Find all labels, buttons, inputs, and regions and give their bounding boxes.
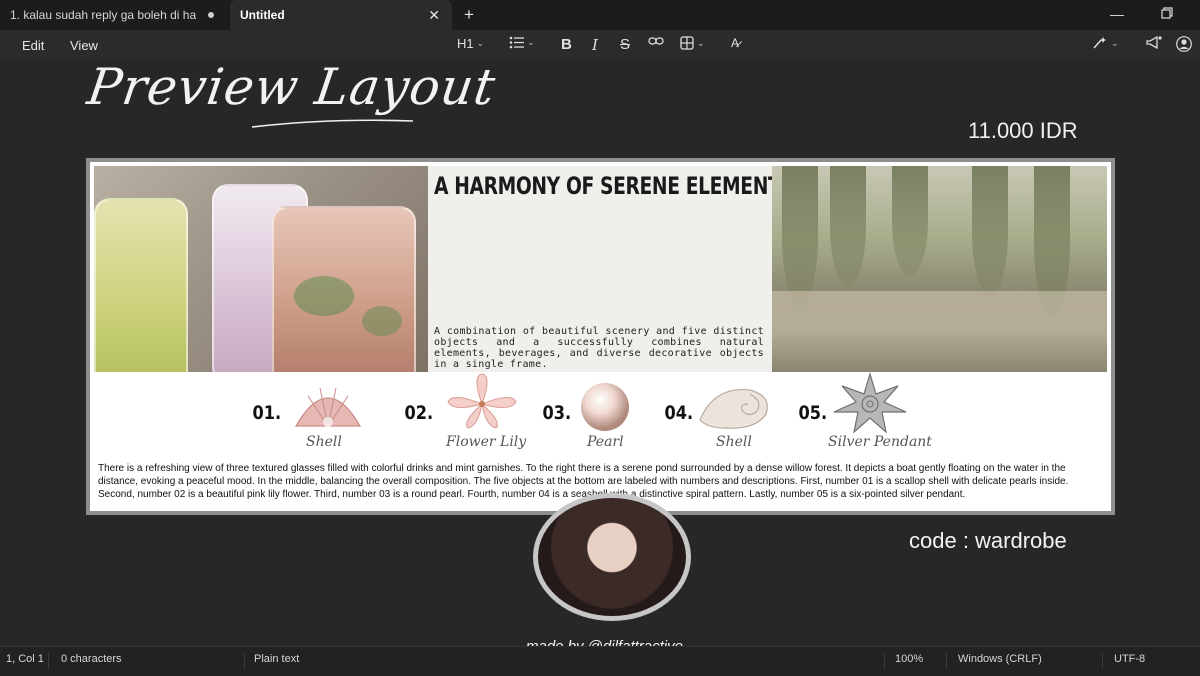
willow-pond-photo	[772, 166, 1107, 372]
account-button[interactable]	[1176, 36, 1192, 52]
chevron-down-icon: ⌄	[1111, 37, 1119, 48]
items-row: 01. Shell 02. Flower Lily 03. Pearl 04. …	[90, 372, 1111, 464]
tab-document-1[interactable]: 1. kalau sudah reply ga boleh di ha	[0, 0, 228, 30]
chevron-down-icon: ⌄	[476, 38, 485, 48]
clear-format-icon: A̷	[731, 36, 740, 50]
menu-edit[interactable]: Edit	[22, 38, 44, 53]
item-label: Shell	[306, 434, 342, 450]
cursor-position: 1, Col 1	[6, 653, 44, 665]
zoom-level[interactable]: 100%	[895, 653, 923, 665]
pearl-icon	[581, 383, 629, 431]
bold-icon: B	[561, 36, 572, 53]
item-label: Silver Pendant	[828, 434, 932, 450]
tab-untitled[interactable]: Untitled ✕	[230, 0, 452, 30]
heading-dropdown[interactable]: H1 ⌄	[457, 36, 484, 51]
item-number: 05.	[798, 402, 828, 424]
minimize-icon[interactable]: —	[1110, 6, 1124, 22]
chevron-down-icon: ⌄	[527, 37, 535, 47]
encoding-selector[interactable]: UTF-8	[1114, 653, 1145, 665]
preview-layout-title: Preview Layout	[83, 58, 500, 116]
menu-view[interactable]: View	[70, 38, 98, 53]
format-selector[interactable]: Plain text	[254, 653, 299, 665]
restore-icon[interactable]	[1161, 6, 1173, 22]
copilot-icon	[1093, 37, 1106, 49]
announcement-icon	[1146, 36, 1162, 50]
chevron-down-icon: ⌄	[697, 37, 705, 48]
headline-panel: A HARMONY OF SERENE ELEMENTS A combinati…	[428, 166, 794, 372]
silver-star-pendant-icon	[833, 372, 907, 434]
bullet-list-icon	[509, 36, 524, 49]
italic-icon: I	[592, 36, 598, 54]
item-number: 02.	[404, 402, 434, 424]
headline-description: A combination of beautiful scenery and f…	[434, 326, 764, 370]
scallop-shell-icon	[294, 387, 362, 427]
item-number: 01.	[252, 402, 282, 424]
bold-button[interactable]: B	[561, 36, 572, 53]
menu-bar: Edit View H1 ⌄ ⌄ B I S ⌄ A̷ ⌄	[0, 30, 1200, 60]
announcement-button[interactable]	[1146, 36, 1162, 50]
line-ending-selector[interactable]: Windows (CRLF)	[958, 653, 1042, 665]
status-bar: 1, Col 1 0 characters Plain text 100% Wi…	[0, 646, 1200, 676]
tab-bar: 1. kalau sudah reply ga boleh di ha Unti…	[0, 0, 1200, 30]
link-icon	[648, 37, 664, 45]
account-icon	[1176, 36, 1192, 52]
spiral-seashell-icon	[699, 388, 768, 429]
copilot-dropdown[interactable]: ⌄	[1092, 36, 1119, 50]
strikethrough-button[interactable]: S	[620, 36, 630, 53]
list-dropdown[interactable]: ⌄	[509, 36, 535, 49]
title-flourish	[251, 119, 414, 128]
item-number: 03.	[542, 402, 572, 424]
layout-preview-card: A HARMONY OF SERENE ELEMENTS A combinati…	[86, 158, 1115, 515]
item-number: 04.	[664, 402, 694, 424]
table-icon	[680, 36, 694, 50]
creator-avatar	[533, 493, 691, 621]
headline: A HARMONY OF SERENE ELEMENTS	[434, 172, 794, 200]
price-label: 11.000 IDR	[968, 118, 1078, 143]
code-label: code : wardrobe	[909, 528, 1067, 553]
clear-format-button[interactable]: A̷	[731, 36, 739, 50]
new-tab-button[interactable]: +	[464, 5, 474, 25]
table-dropdown[interactable]: ⌄	[680, 36, 705, 50]
link-button[interactable]	[648, 36, 664, 46]
italic-button[interactable]: I	[592, 36, 598, 54]
drinks-photo	[94, 166, 428, 372]
item-label: Shell	[716, 434, 752, 450]
character-count: 0 characters	[61, 653, 122, 665]
tab-label: Untitled	[240, 8, 285, 22]
tab-label: 1. kalau sudah reply ga boleh di ha	[10, 8, 197, 22]
unsaved-dot-icon	[208, 12, 214, 18]
item-label: Pearl	[587, 434, 624, 450]
close-tab-icon[interactable]: ✕	[428, 7, 440, 24]
strikethrough-icon: S	[620, 36, 631, 53]
item-label: Flower Lily	[446, 434, 527, 450]
heading-label: H1	[457, 36, 474, 51]
lily-flower-icon	[447, 373, 517, 429]
